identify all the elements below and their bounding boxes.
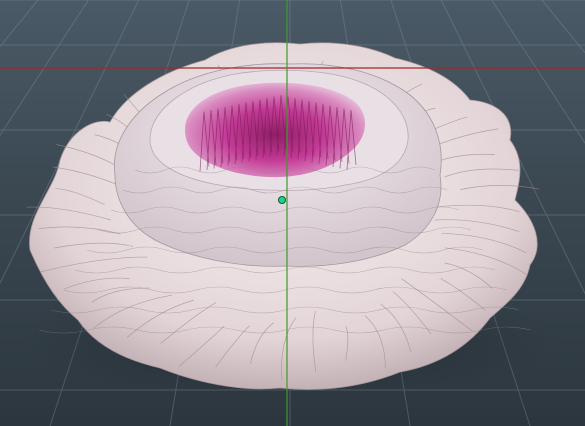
flower-model[interactable] bbox=[26, 42, 540, 390]
3d-viewport[interactable] bbox=[0, 0, 585, 426]
pivot-point-icon[interactable] bbox=[278, 196, 286, 204]
grid-line bbox=[0, 0, 39, 48]
viewport-canvas[interactable] bbox=[0, 0, 585, 426]
grid-line bbox=[541, 0, 585, 54]
